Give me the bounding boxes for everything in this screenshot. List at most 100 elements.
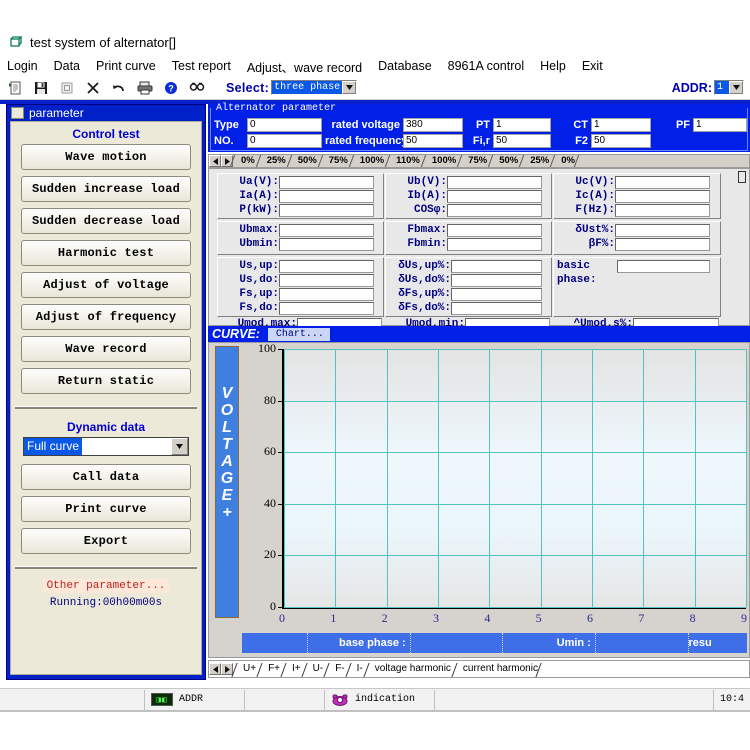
f-hz-field[interactable] — [615, 203, 710, 217]
undo-icon[interactable] — [108, 78, 130, 98]
menu-item-8961a-control[interactable]: 8961A control — [448, 59, 524, 73]
us-do-field[interactable] — [279, 273, 374, 287]
f2-field[interactable]: 50 — [591, 133, 651, 148]
chevron-down-icon[interactable] — [342, 81, 357, 94]
us-up-field[interactable] — [279, 259, 374, 273]
chevron-down-icon[interactable] — [729, 81, 743, 94]
window-title: test system of alternator[] — [30, 34, 176, 50]
fs-do-field[interactable] — [279, 301, 374, 315]
form-icon[interactable] — [56, 78, 78, 98]
dynamic-data-dropdown[interactable]: Full curve — [23, 437, 189, 456]
delta-fs-do-field[interactable] — [451, 301, 542, 315]
x-tick-label: 6 — [587, 611, 593, 625]
delta-ust-field[interactable] — [615, 223, 710, 237]
plot-area[interactable] — [282, 349, 747, 609]
delta-us-up-field[interactable] — [451, 259, 542, 273]
delete-icon[interactable] — [82, 78, 104, 98]
ubmin-field[interactable] — [279, 237, 374, 251]
ia-field[interactable] — [279, 189, 374, 203]
beta-f-field[interactable] — [615, 237, 710, 251]
delta-us-do-field[interactable] — [451, 273, 542, 287]
y-tick-label: 100 — [258, 341, 276, 355]
new-document-icon[interactable] — [4, 78, 26, 98]
menu-item-print-curve[interactable]: Print curve — [96, 59, 156, 73]
ua-field[interactable] — [279, 175, 374, 189]
type-field[interactable]: 0 — [247, 117, 322, 132]
call-data-button[interactable]: Call data — [21, 464, 191, 490]
fs-up-label: Fs,up: — [239, 288, 279, 300]
ubmax-field[interactable] — [279, 223, 374, 237]
curve-label: CURVE: — [212, 327, 260, 341]
status-spacer-left — [0, 689, 145, 710]
control-test-heading: Control test — [72, 127, 140, 141]
sudden-increase-load-button[interactable]: Sudden increase load — [21, 176, 191, 202]
tab-voltage-harmonic[interactable]: voltage harmonic — [369, 662, 457, 676]
menu-item-help[interactable]: Help — [540, 59, 566, 73]
y-axis-title: V O L T A G E + — [215, 346, 239, 618]
uc-field[interactable] — [615, 175, 710, 189]
basic-phase-field[interactable] — [617, 259, 710, 273]
y-axis-title-char-g: G — [220, 470, 234, 487]
menu-item-test-report[interactable]: Test report — [172, 59, 231, 73]
harmonic-test-button[interactable]: Harmonic test — [21, 240, 191, 266]
menu-item-exit[interactable]: Exit — [582, 59, 603, 73]
select-combo[interactable]: three phase — [271, 80, 358, 95]
alternator-parameter-group: Alternator parameter Type 0 NO. 0 rated … — [208, 103, 750, 152]
rated-frequency-field[interactable]: 50 — [403, 133, 463, 148]
status-cell-umin: Umin : — [503, 633, 596, 653]
wave-record-button[interactable]: Wave record — [21, 336, 191, 362]
other-parameter-link[interactable]: Other parameter... — [42, 579, 170, 593]
delta-fs-up-field[interactable] — [451, 287, 542, 301]
phase-label: phase: — [557, 274, 597, 286]
no-field[interactable]: 0 — [247, 133, 322, 148]
gridline-vertical — [284, 349, 285, 607]
bottom-tabstrip-scroll-right-button[interactable] — [221, 663, 233, 675]
rated-voltage-field[interactable]: 380 — [403, 117, 463, 132]
return-static-button[interactable]: Return static — [21, 368, 191, 394]
fs-up-field[interactable] — [279, 287, 374, 301]
addr-combo[interactable]: 1 — [714, 80, 744, 95]
y-tick-mark — [278, 555, 282, 557]
y-tick-label: 40 — [264, 495, 276, 510]
tab-0pct-b[interactable]: 0% — [555, 155, 581, 167]
running-time-label: Running:00h00m00s — [49, 597, 163, 609]
chart-tab[interactable]: Chart... — [267, 327, 330, 341]
menu-item-database[interactable]: Database — [378, 59, 432, 73]
print-icon[interactable] — [134, 78, 156, 98]
menu-bar[interactable]: Login Data Print curve Test report Adjus… — [0, 56, 750, 76]
print-curve-button[interactable]: Print curve — [21, 496, 191, 522]
ic-field[interactable] — [615, 189, 710, 203]
wave-motion-button[interactable]: Wave motion — [21, 144, 191, 170]
save-icon[interactable] — [30, 78, 52, 98]
percent-tab-strip: 0% 25% 50% 75% 100% 110% 100% 75% 50% 25… — [208, 154, 750, 168]
bottom-tabstrip-scroll-left-button[interactable] — [209, 663, 221, 675]
ib-field[interactable] — [447, 189, 542, 203]
p-kw-field[interactable] — [279, 203, 374, 217]
delta-ust-label: δUst%: — [575, 224, 615, 236]
help-icon[interactable]: ? — [160, 78, 182, 98]
ct-field[interactable]: 1 — [591, 117, 651, 132]
pt-field[interactable]: 1 — [493, 117, 551, 132]
tab-current-harmonic[interactable]: current harmonic — [457, 662, 544, 676]
export-button[interactable]: Export — [21, 528, 191, 554]
x-tick-label: 4 — [484, 611, 491, 625]
tabstrip-scroll-left-button[interactable] — [209, 155, 221, 167]
ub-field[interactable] — [447, 175, 542, 189]
gridline-horizontal — [284, 607, 746, 608]
fbmin-field[interactable] — [447, 237, 542, 251]
menu-item-adjust-wave-record[interactable]: Adjust、wave record — [247, 57, 362, 76]
find-icon[interactable] — [186, 78, 208, 98]
addr-group: ADDR: 1 — [672, 80, 744, 95]
chevron-down-icon[interactable] — [171, 438, 188, 455]
adjust-of-voltage-button[interactable]: Adjust of voltage — [21, 272, 191, 298]
measurement-scroll-handle[interactable] — [738, 171, 746, 183]
fir-field[interactable]: 50 — [493, 133, 551, 148]
ubmax-label: Ubmax: — [239, 224, 279, 236]
cos-phi-field[interactable] — [447, 203, 542, 217]
pf-field[interactable]: 1 — [693, 117, 747, 132]
menu-item-login[interactable]: Login — [7, 59, 38, 73]
menu-item-data[interactable]: Data — [54, 59, 80, 73]
fbmax-field[interactable] — [447, 223, 542, 237]
adjust-of-frequency-button[interactable]: Adjust of frequency — [21, 304, 191, 330]
sudden-decrease-load-button[interactable]: Sudden decrease load — [21, 208, 191, 234]
